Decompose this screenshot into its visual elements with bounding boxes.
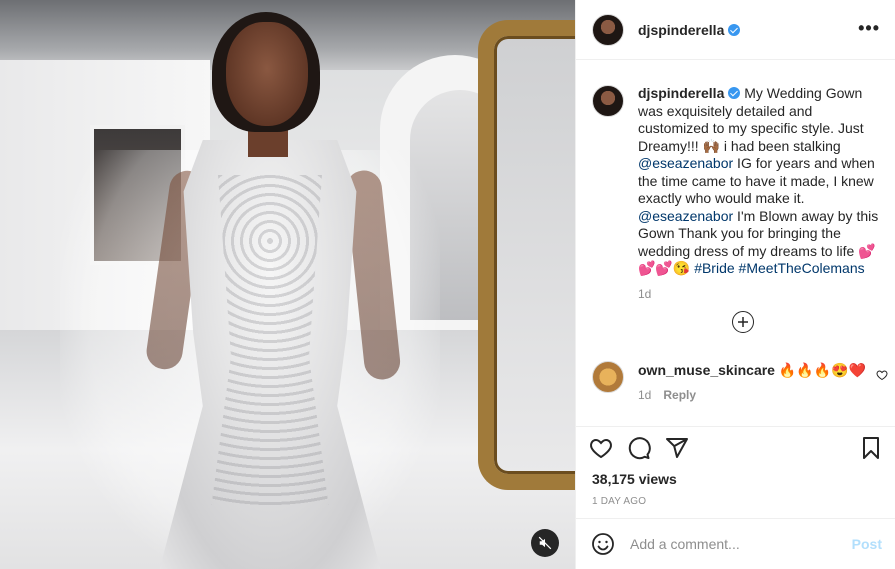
mention-link[interactable]: @eseazenabor — [638, 155, 733, 171]
video-player[interactable] — [0, 0, 575, 569]
comment-composer: Post — [576, 518, 895, 569]
reply-button[interactable]: Reply — [663, 388, 696, 402]
save-button[interactable] — [858, 435, 884, 461]
hashtag-link[interactable]: #MeetTheColemans — [739, 260, 865, 276]
bookmark-icon — [863, 437, 879, 459]
post-header: djspinderella ••• — [576, 0, 895, 60]
caption-avatar[interactable] — [592, 85, 624, 117]
video-scene-face — [226, 22, 308, 126]
caption-username[interactable]: djspinderella — [638, 85, 724, 101]
post-comment-button[interactable]: Post — [852, 536, 882, 552]
comment-item: own_muse_skincare 🔥🔥🔥😍❤️ 1d Reply — [592, 361, 888, 402]
post-dialog: djspinderella ••• djspinderella My Weddi… — [0, 0, 895, 569]
post-caption: djspinderella My Wedding Gown was exquis… — [592, 85, 884, 301]
more-options-button[interactable]: ••• — [858, 18, 880, 39]
comment-button[interactable] — [626, 435, 652, 461]
comment-time: 1d — [638, 388, 652, 402]
commenter-avatar[interactable] — [592, 361, 624, 393]
author-username[interactable]: djspinderella — [638, 22, 724, 38]
comments-section[interactable]: djspinderella My Wedding Gown was exquis… — [576, 61, 895, 426]
caption-text: djspinderella My Wedding Gown was exquis… — [638, 85, 884, 278]
commenter-username[interactable]: own_muse_skincare — [638, 362, 775, 378]
hashtag-link[interactable]: #Bride — [694, 260, 734, 276]
view-count[interactable]: 38,175 views — [592, 471, 677, 487]
share-button[interactable] — [664, 435, 690, 461]
load-more-comments-button[interactable] — [732, 311, 754, 333]
comment-text: 🔥🔥🔥😍❤️ — [774, 362, 867, 378]
author-avatar[interactable] — [592, 13, 624, 46]
mention-link[interactable]: @eseazenabor — [638, 208, 733, 224]
post-actions: 38,175 views 1 DAY AGO — [576, 426, 895, 518]
mute-button[interactable] — [531, 529, 559, 557]
muted-speaker-icon — [538, 536, 552, 550]
like-button[interactable] — [588, 435, 614, 461]
post-timestamp[interactable]: 1 DAY AGO — [592, 496, 646, 507]
comment-icon — [628, 437, 651, 460]
video-scene-mirror — [478, 20, 575, 490]
plus-circle-icon — [738, 317, 748, 327]
verified-badge-icon — [728, 23, 741, 36]
share-icon — [666, 438, 688, 458]
caption-time: 1d — [638, 286, 652, 301]
post-side-panel: djspinderella ••• djspinderella My Weddi… — [575, 0, 895, 569]
emoji-button[interactable] — [590, 531, 616, 557]
comment-input[interactable] — [630, 536, 830, 552]
comment-like-heart-icon[interactable] — [876, 369, 888, 381]
emoji-icon — [592, 533, 614, 555]
verified-badge-icon — [728, 87, 741, 99]
heart-icon — [590, 438, 612, 459]
